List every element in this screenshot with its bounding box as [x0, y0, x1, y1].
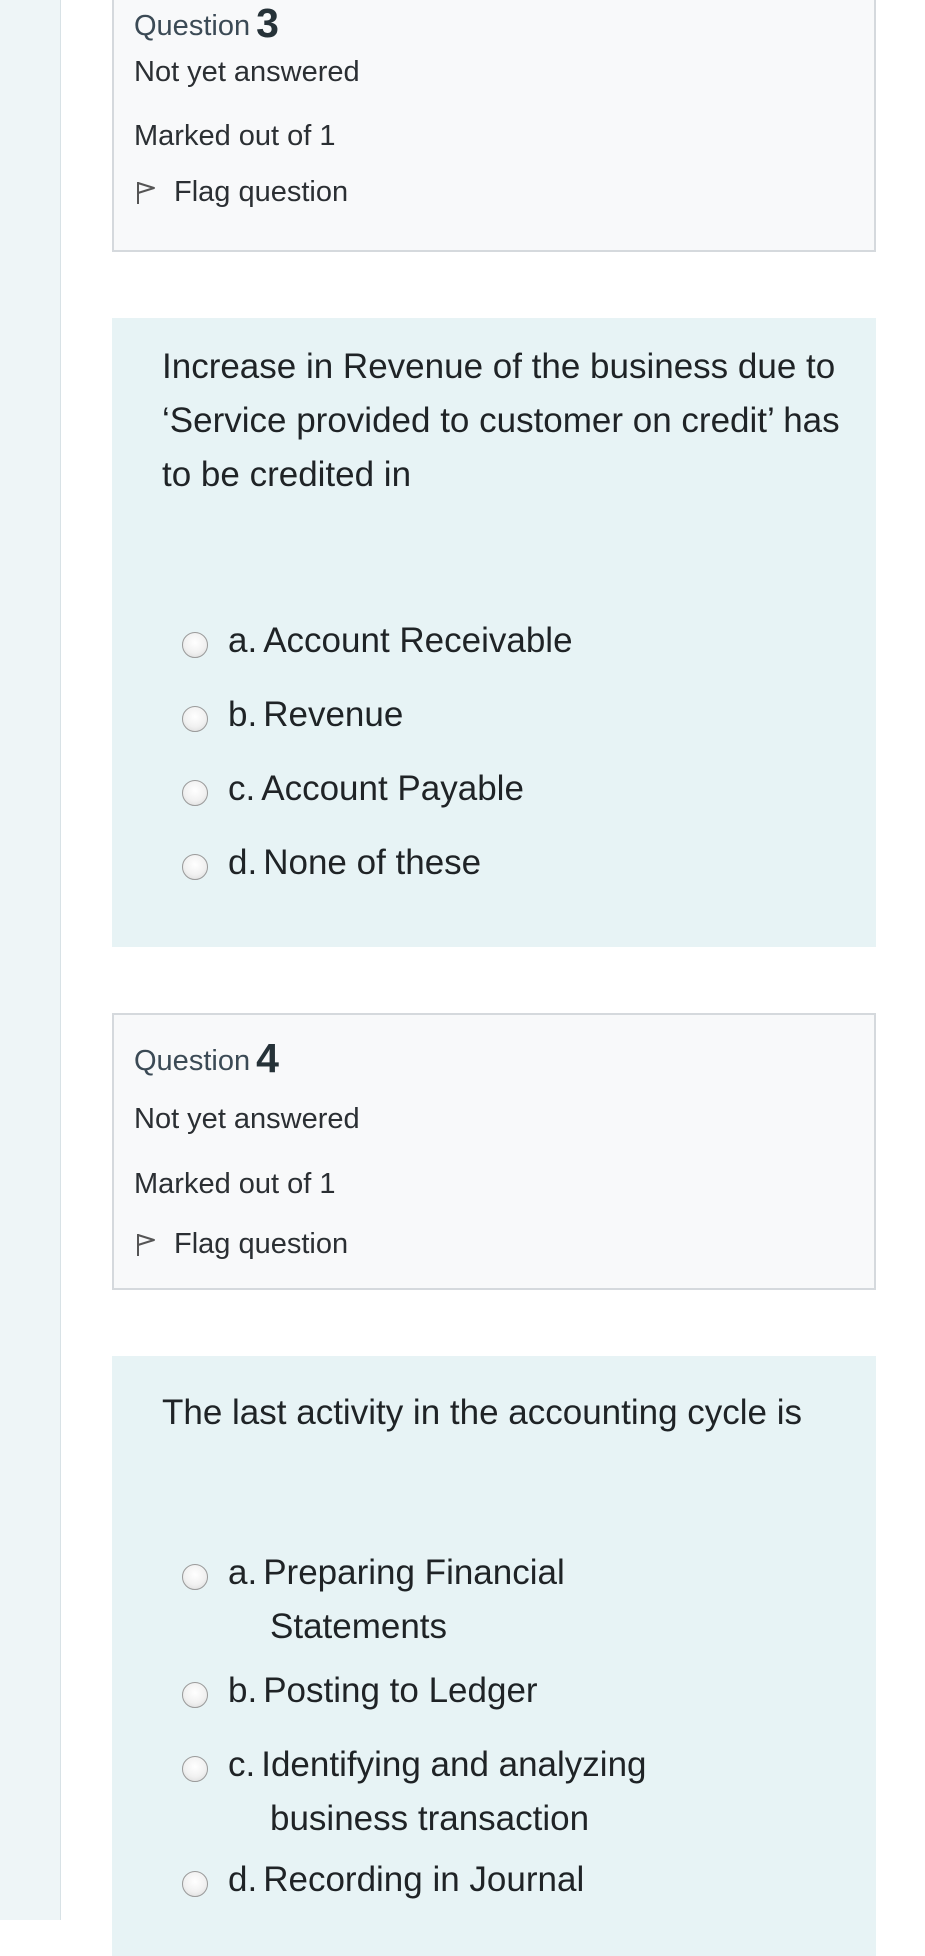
answer-label: Account Payable [261, 769, 524, 808]
question-3-info: Question 3 Not yet answered Marked out of… [112, 0, 876, 252]
left-rail [0, 0, 61, 1920]
answer-label: Revenue [263, 695, 404, 734]
radio-unchecked-icon[interactable] [182, 854, 208, 880]
question-grade: Marked out of 1 [134, 120, 336, 152]
radio-unchecked-icon[interactable] [182, 1564, 208, 1590]
answer-letter: d. [228, 1860, 258, 1899]
radio-unchecked-icon[interactable] [182, 1871, 208, 1897]
answer-label: Identifying and analyzing [261, 1745, 647, 1784]
question-4-content: The last activity in the accounting cycl… [112, 1356, 876, 1956]
answer-label-continued: business transaction [270, 1799, 590, 1838]
answer-option-c[interactable]: c. Account Payable [182, 762, 822, 816]
answer-letter: b. [228, 1671, 258, 1710]
answer-letter: b. [228, 695, 258, 734]
question-grade: Marked out of 1 [134, 1168, 336, 1200]
answer-label: None of these [263, 843, 482, 882]
answer-letter: a. [228, 621, 258, 660]
answer-option-d[interactable]: d. Recording in Journal [182, 1853, 822, 1907]
question-text: Increase in Revenue of the business due … [162, 347, 840, 494]
flag-question-link[interactable]: Flag question [134, 176, 348, 209]
answer-letter: c. [228, 769, 256, 808]
flag-question-link[interactable]: Flag question [134, 1228, 348, 1261]
question-state: Not yet answered [134, 56, 360, 88]
radio-unchecked-icon[interactable] [182, 706, 208, 732]
answer-label-continued: Statements [270, 1607, 448, 1646]
answer-letter: c. [228, 1745, 256, 1784]
flag-icon [137, 1233, 155, 1256]
answer-option-b[interactable]: b. Revenue [182, 688, 822, 742]
answer-option-b[interactable]: b. Posting to Ledger [182, 1664, 822, 1718]
flag-question-label: Flag question [174, 176, 349, 208]
question-state: Not yet answered [134, 1103, 360, 1135]
answer-letter: a. [228, 1553, 258, 1592]
question-label: Question [134, 1045, 251, 1077]
flag-question-label: Flag question [174, 1228, 349, 1260]
question-label: Question [134, 10, 251, 42]
answer-option-c[interactable]: c. Identifying and analyzing business tra… [182, 1738, 822, 1846]
question-3-content: Increase in Revenue of the business due … [112, 318, 876, 947]
question-number-value: 3 [256, 0, 279, 46]
radio-unchecked-icon[interactable] [182, 780, 208, 806]
radio-unchecked-icon[interactable] [182, 632, 208, 658]
answer-label: Preparing Financial [263, 1553, 565, 1592]
flag-icon [137, 181, 155, 204]
question-number: Question 3 [134, 0, 279, 47]
radio-unchecked-icon[interactable] [182, 1756, 208, 1782]
answer-option-a[interactable]: a. Preparing Financial Statements [182, 1546, 822, 1654]
radio-unchecked-icon[interactable] [182, 1682, 208, 1708]
question-text: The last activity in the accounting cycl… [162, 1393, 803, 1432]
answer-option-d[interactable]: d. None of these [182, 836, 822, 890]
answer-label: Posting to Ledger [263, 1671, 538, 1710]
question-4-info: Question 4 Not yet answered Marked out of… [112, 1013, 876, 1290]
answer-option-a[interactable]: a. Account Receivable [182, 614, 822, 668]
question-number: Question 4 [134, 1035, 279, 1082]
answer-label: Account Receivable [263, 621, 573, 660]
answer-letter: d. [228, 843, 258, 882]
question-number-value: 4 [256, 1035, 279, 1081]
answer-label: Recording in Journal [263, 1860, 585, 1899]
